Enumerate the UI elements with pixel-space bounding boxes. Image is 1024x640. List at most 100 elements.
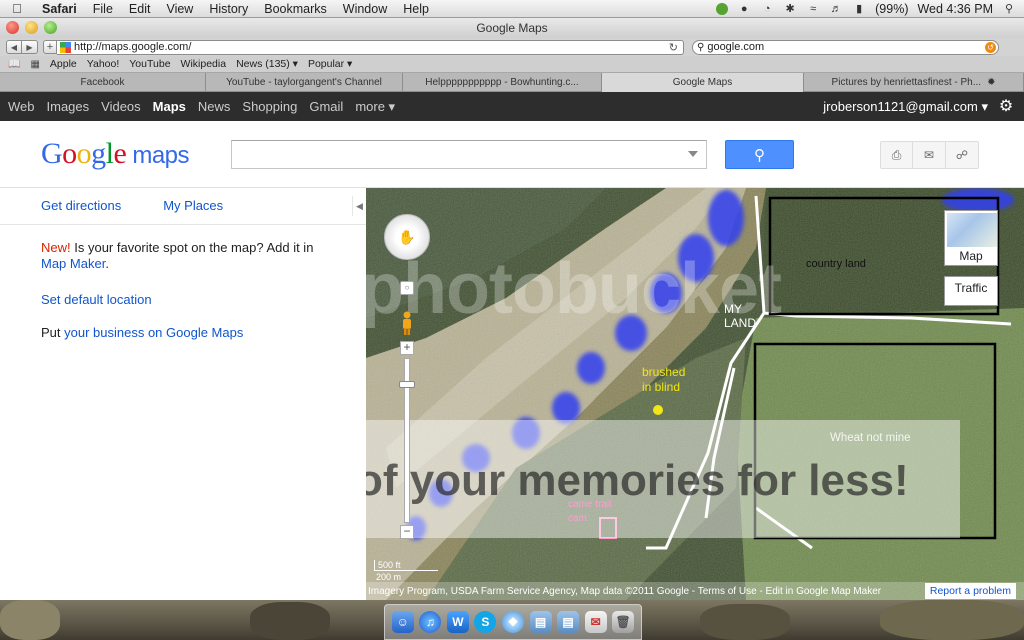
search-glass-icon: ⚲ [697, 41, 705, 53]
my-places-link[interactable]: My Places [163, 198, 223, 213]
gbar-images[interactable]: Images [43, 99, 94, 114]
gbar-gmail[interactable]: Gmail [305, 99, 347, 114]
forward-button[interactable]: ▶ [22, 40, 38, 54]
spotlight-icon[interactable]: ⚲ [1002, 3, 1016, 15]
battery-percent: (99%) [875, 1, 909, 16]
back-button[interactable]: ◀ [6, 40, 22, 54]
map-type-button[interactable]: Map [944, 210, 998, 266]
email-button[interactable]: ✉ [913, 141, 946, 169]
search-dropdown-icon[interactable] [688, 151, 698, 157]
map-maker-link[interactable]: Map Maker [41, 256, 105, 271]
bookmark-yahoo[interactable]: Yahoo! [87, 58, 120, 70]
set-default-location-link[interactable]: Set default location [41, 292, 341, 308]
tab-bowhunting[interactable]: Helppppppppppp - Bowhunting.c... [403, 73, 602, 92]
get-directions-link[interactable]: Get directions [41, 198, 121, 213]
preview-icon[interactable]: ✉ [584, 611, 607, 633]
reading-list-icon[interactable]: 📖 [8, 59, 20, 70]
gbar-maps[interactable]: Maps [149, 99, 190, 114]
rotate-button[interactable]: ○ [400, 281, 414, 295]
map-maker-promo: New! Is your favorite spot on the map? A… [41, 240, 341, 272]
pan-control[interactable]: ✋ [384, 214, 430, 260]
gbar-news[interactable]: News [194, 99, 235, 114]
menu-edit[interactable]: Edit [121, 2, 159, 16]
tab-photobucket-label: Pictures by henriettasfinest - Ph... [831, 77, 982, 88]
collapse-panel-icon[interactable]: ◀ [352, 196, 366, 216]
zoom-slider-thumb[interactable] [399, 381, 415, 388]
address-bar-url[interactable]: http://maps.google.com/ [74, 41, 191, 53]
tab-facebook[interactable]: Facebook [0, 73, 206, 92]
webcam-icon[interactable]: ● [737, 3, 751, 15]
bookmark-apple[interactable]: Apple [50, 58, 77, 70]
gbar-web[interactable]: Web [4, 99, 39, 114]
wifi-icon[interactable]: ≈ [806, 3, 820, 15]
promo-end: . [105, 256, 109, 271]
bookmark-youtube[interactable]: YouTube [129, 58, 170, 70]
bookmarks-bar: 📖 ▦ Apple Yahoo! YouTube Wikipedia News … [0, 56, 1024, 73]
add-bookmark-button[interactable]: + [43, 40, 57, 54]
menu-file[interactable]: File [85, 2, 121, 16]
tab-google-maps[interactable]: Google Maps [602, 73, 804, 92]
pegman-icon[interactable] [400, 311, 414, 335]
browser-search-value[interactable]: google.com [707, 41, 764, 53]
app-status-icon[interactable] [716, 2, 729, 15]
maps-search-input[interactable] [231, 140, 707, 169]
google-maps-logo[interactable]: Google maps [41, 137, 190, 171]
tab-youtube[interactable]: YouTube - taylorgangent's Channel [206, 73, 403, 92]
bluetooth-icon[interactable]: ✱ [783, 3, 797, 15]
safari-icon[interactable]: ❖ [501, 611, 524, 633]
menu-help[interactable]: Help [395, 2, 437, 16]
map-canvas[interactable]: photobucket of your memories for less! c… [366, 188, 1024, 600]
annotation-my-land-line2: LAND [724, 316, 757, 330]
gbar-videos[interactable]: Videos [97, 99, 145, 114]
applications-folder-icon[interactable]: ▤ [529, 611, 552, 633]
finder-icon[interactable]: ☺ [391, 611, 414, 633]
gear-icon[interactable]: ⚙ [998, 98, 1014, 115]
close-window-icon[interactable] [6, 21, 19, 34]
link-button[interactable]: ☍ [946, 141, 979, 169]
menu-window[interactable]: Window [335, 2, 395, 16]
map-type-thumbnail [947, 213, 997, 247]
minimize-window-icon[interactable] [25, 21, 38, 34]
menu-history[interactable]: History [201, 2, 256, 16]
clock[interactable]: Wed 4:36 PM [917, 2, 993, 16]
desktop-photo-region [700, 604, 790, 640]
bookmark-news[interactable]: News (135) ▾ [236, 58, 298, 70]
zoom-in-button[interactable]: + [400, 341, 414, 355]
snapback-icon[interactable]: ↺ [985, 41, 996, 53]
business-prefix: Put [41, 325, 65, 340]
top-sites-icon[interactable]: ▦ [30, 59, 39, 70]
attribution-text[interactable]: Imagery Program, USDA Farm Service Agenc… [366, 586, 881, 597]
trash-icon[interactable]: 🗑 [612, 611, 635, 633]
battery-icon[interactable]: ▮ [852, 3, 866, 15]
report-problem-link[interactable]: Report a problem [924, 583, 1016, 599]
traffic-button[interactable]: Traffic [944, 276, 998, 306]
tab-photobucket[interactable]: Pictures by henriettasfinest - Ph... ✹ [804, 73, 1024, 92]
print-button[interactable]: ⎙ [880, 141, 913, 169]
traffic-label: Traffic [954, 281, 988, 295]
business-link[interactable]: your business on Google Maps [64, 325, 243, 340]
zoom-out-button[interactable]: − [400, 525, 414, 539]
reload-icon[interactable]: ↻ [669, 41, 678, 54]
zoom-window-icon[interactable] [44, 21, 57, 34]
skype-icon[interactable]: S [474, 611, 497, 633]
apple-menu-icon[interactable]:  [0, 1, 34, 16]
gbar-shopping[interactable]: Shopping [238, 99, 301, 114]
menu-view[interactable]: View [158, 2, 201, 16]
maps-header: Google maps ⚲ ⎙ ✉ ☍ [0, 121, 1024, 188]
address-bar[interactable]: http://maps.google.com/ ↻ [57, 39, 684, 55]
itunes-icon[interactable]: ♫ [419, 611, 442, 633]
account-menu[interactable]: jroberson1121@gmail.com ▾ [823, 99, 988, 115]
bookmark-popular[interactable]: Popular ▾ [308, 58, 352, 70]
browser-search-field[interactable]: ⚲ google.com ↺ [692, 39, 999, 55]
menu-app-name[interactable]: Safari [34, 2, 85, 16]
scale-label: 500 ft [378, 560, 401, 570]
word-icon[interactable]: W [446, 611, 469, 633]
time-machine-icon[interactable]: ◔ [760, 3, 774, 15]
bookmark-wikipedia[interactable]: Wikipedia [181, 58, 227, 70]
menu-bookmarks[interactable]: Bookmarks [256, 2, 335, 16]
documents-folder-icon[interactable]: ▤ [557, 611, 580, 633]
search-button[interactable]: ⚲ [725, 140, 794, 169]
gbar-more[interactable]: more ▾ [351, 99, 399, 115]
volume-icon[interactable]: ♬ [829, 3, 843, 15]
left-panel: Get directions My Places ◀ New! Is your … [0, 188, 366, 600]
